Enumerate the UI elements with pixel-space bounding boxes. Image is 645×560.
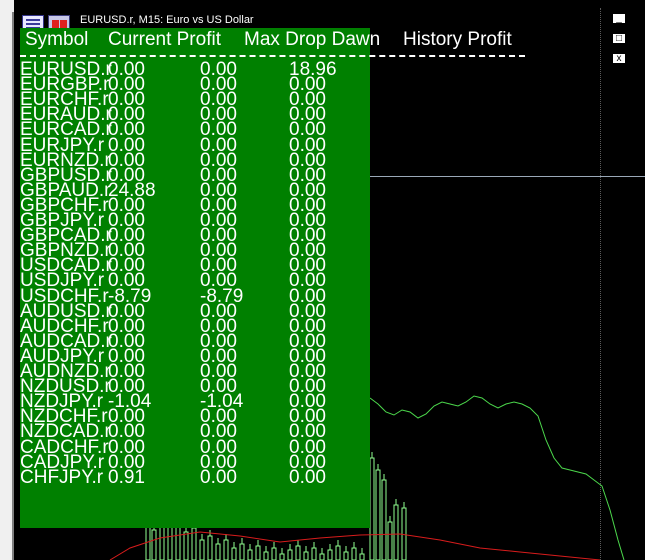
candle-body <box>231 547 237 560</box>
candle-body <box>279 553 285 560</box>
candle-body <box>351 547 357 560</box>
candle-body <box>247 549 253 560</box>
candle-body <box>327 549 333 560</box>
price-level-line[interactable] <box>370 176 645 177</box>
candle-body <box>223 539 229 560</box>
candle-body <box>335 545 341 560</box>
candle-body <box>303 551 309 560</box>
header-history-profit: History Profit <box>403 29 512 50</box>
header-symbol: Symbol <box>25 29 89 50</box>
candle-body <box>215 543 221 560</box>
candle-body <box>319 553 325 560</box>
candle-body <box>375 469 381 560</box>
candle-body <box>167 525 173 560</box>
candle-body <box>295 545 301 560</box>
minimize-button[interactable]: _ <box>612 13 626 24</box>
row-history-profit: 0.00 <box>289 466 326 488</box>
candle-body <box>343 551 349 560</box>
header-separator <box>20 55 525 57</box>
candle-body <box>207 535 213 560</box>
row-current-profit: 0.91 <box>108 466 145 488</box>
maximize-button[interactable]: □ <box>612 33 626 44</box>
candle-body <box>393 504 399 560</box>
row-symbol: CHFJPY.r <box>20 466 104 488</box>
candle-body <box>255 545 261 560</box>
header-max-drop: Max Drop Dawn <box>244 29 381 50</box>
chart-window-title: EURUSD.r, M15: Euro vs US Dollar <box>80 14 254 26</box>
row-max-drop: 0.00 <box>200 466 237 488</box>
candle-body <box>287 549 293 560</box>
candle-body <box>183 531 189 560</box>
candle-body <box>151 529 157 560</box>
header-current-profit: Current Profit <box>108 29 221 50</box>
candle-body <box>199 539 205 560</box>
candle-body <box>369 457 375 560</box>
candle-body <box>239 543 245 560</box>
close-button[interactable]: x <box>612 53 626 64</box>
candle-body <box>359 553 365 560</box>
candle-body <box>311 547 317 560</box>
candle-body <box>263 551 269 560</box>
candle-body <box>381 479 387 560</box>
candle-body <box>387 521 393 560</box>
candle-body <box>271 547 277 560</box>
